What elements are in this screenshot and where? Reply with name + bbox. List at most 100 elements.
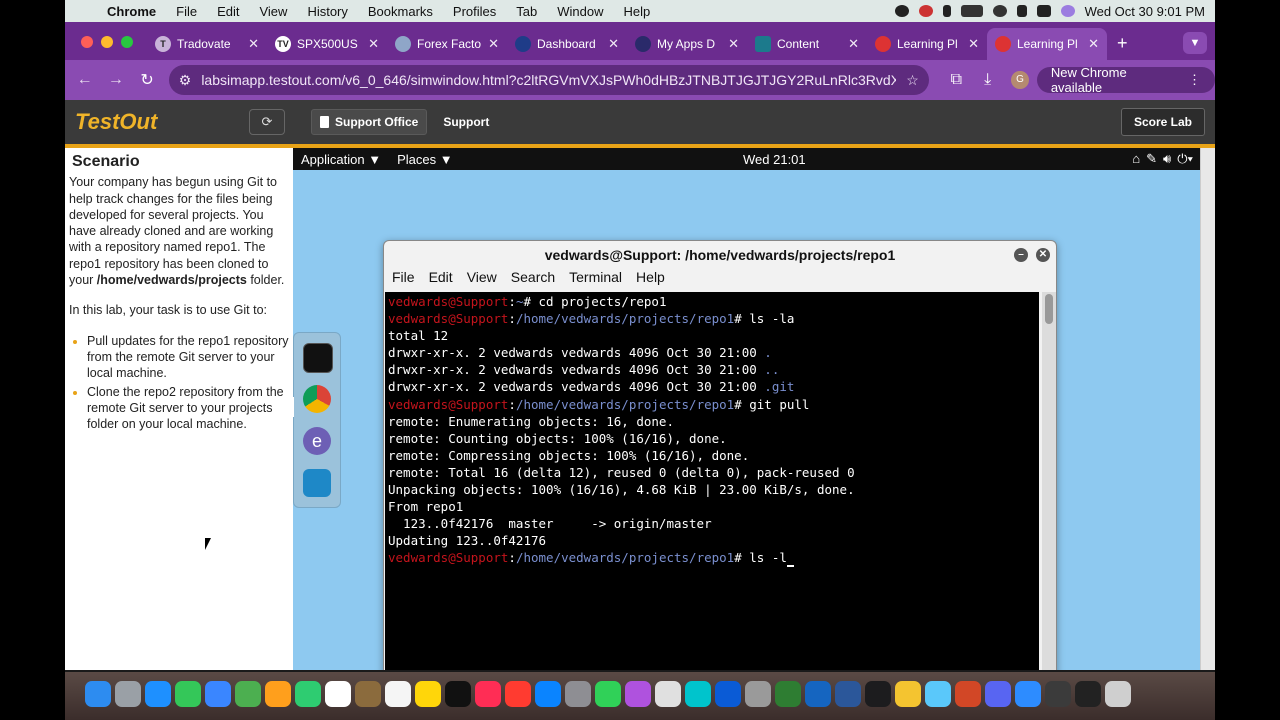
terminal-menu-view[interactable]: View: [467, 269, 505, 291]
profile-avatar[interactable]: G: [1011, 71, 1029, 89]
news-icon[interactable]: [505, 681, 531, 707]
zoom-icon[interactable]: [1015, 681, 1041, 707]
terminal-menu-search[interactable]: Search: [511, 269, 563, 291]
scrollbar-thumb[interactable]: [1045, 294, 1053, 324]
control-center-icon[interactable]: [1036, 5, 1051, 17]
terminal-menu-file[interactable]: File: [392, 269, 423, 291]
vpn-icon[interactable]: [805, 681, 831, 707]
new-chrome-available-button[interactable]: New Chrome available ⋮: [1036, 65, 1215, 95]
notes-icon[interactable]: [415, 681, 441, 707]
extensions-icon[interactable]: ⧉: [941, 71, 972, 89]
close-tab-icon[interactable]: ✕: [848, 36, 859, 52]
app-badge-icon[interactable]: [918, 5, 933, 17]
network-icon[interactable]: ⌂: [1132, 151, 1140, 167]
appletv-icon[interactable]: [445, 681, 471, 707]
downloads-icon[interactable]: ⤓: [972, 71, 1003, 89]
reminders-icon[interactable]: [385, 681, 411, 707]
siri-icon[interactable]: [1060, 5, 1075, 17]
terminal-menu-help[interactable]: Help: [636, 269, 673, 291]
notes-brown-icon[interactable]: [355, 681, 381, 707]
forward-arrow-icon[interactable]: →: [100, 71, 131, 89]
python-icon[interactable]: [895, 681, 921, 707]
safari-icon[interactable]: [145, 681, 171, 707]
photos-icon[interactable]: [265, 681, 291, 707]
mail-icon[interactable]: [205, 681, 231, 707]
vm-clock[interactable]: Wed 21:01: [743, 152, 806, 167]
messages-icon[interactable]: [175, 681, 201, 707]
tab-forex-factory[interactable]: Forex Facto ✕: [387, 28, 507, 60]
menu-history[interactable]: History: [297, 4, 357, 19]
tab-dashboard[interactable]: Dashboard ✕: [507, 28, 627, 60]
terminal-menu-terminal[interactable]: Terminal: [569, 269, 630, 291]
chrome-launcher-icon[interactable]: [303, 385, 331, 413]
volume-icon[interactable]: 🔊︎: [1163, 151, 1171, 167]
maps-icon[interactable]: [235, 681, 261, 707]
tab-learning-plan-1[interactable]: Learning Pl ✕: [867, 28, 987, 60]
menu-profiles[interactable]: Profiles: [443, 4, 506, 19]
minimize-icon[interactable]: –: [1014, 248, 1028, 262]
terminal-icon[interactable]: [865, 681, 891, 707]
camera-icon[interactable]: [1045, 681, 1071, 707]
close-window-button[interactable]: [81, 36, 93, 48]
wifi-icon[interactable]: [992, 5, 1007, 17]
dock-more-icon[interactable]: ⋮: [293, 397, 296, 417]
bookmark-star-icon[interactable]: ☆: [906, 72, 919, 89]
refresh-lab-button[interactable]: ⟳: [249, 109, 285, 135]
tab-content[interactable]: Content ✕: [747, 28, 867, 60]
trash-icon[interactable]: [1105, 681, 1131, 707]
menu-file[interactable]: File: [166, 4, 207, 19]
bluetooth-icon[interactable]: [942, 5, 951, 17]
terminal-launcher-icon[interactable]: [303, 343, 333, 373]
terminal-console[interactable]: vedwards@Support:~# cd projects/repo1 ved…: [385, 292, 1039, 670]
system-monitor-icon[interactable]: [303, 469, 331, 497]
terminal-menu-edit[interactable]: Edit: [429, 269, 461, 291]
close-tab-icon[interactable]: ✕: [248, 36, 259, 52]
vm-desktop[interactable]: Application ▼ Places ▼ Wed 21:01 ⌂ ✎ 🔊︎ …: [293, 148, 1215, 670]
menu-app-name[interactable]: Chrome: [97, 4, 166, 19]
stop-record-icon[interactable]: [894, 5, 909, 17]
close-tab-icon[interactable]: ✕: [728, 36, 739, 52]
search-icon[interactable]: [1016, 5, 1027, 17]
close-tab-icon[interactable]: ✕: [1088, 36, 1099, 52]
score-lab-button[interactable]: Score Lab: [1120, 108, 1205, 136]
discord-icon[interactable]: [985, 681, 1011, 707]
tab-learning-plan-2-active[interactable]: Learning Pl ✕: [987, 28, 1107, 60]
site-info-icon[interactable]: ⚙: [179, 72, 192, 89]
menubar-clock[interactable]: Wed Oct 30 9:01 PM: [1085, 4, 1205, 19]
screen-icon[interactable]: [1075, 681, 1101, 707]
canva-icon[interactable]: [685, 681, 711, 707]
places-menu[interactable]: Places ▼: [389, 152, 461, 167]
tab-my-apps[interactable]: My Apps D ✕: [627, 28, 747, 60]
menu-help[interactable]: Help: [614, 4, 661, 19]
url-text[interactable]: labsimapp.testout.com/v6_0_646/simwindow…: [201, 72, 896, 88]
tab-spx500[interactable]: TV SPX500US ✕: [267, 28, 387, 60]
new-tab-button[interactable]: +: [1107, 33, 1138, 60]
terminal-scrollbar[interactable]: [1042, 292, 1056, 670]
menu-view[interactable]: View: [249, 4, 297, 19]
settings-icon[interactable]: [565, 681, 591, 707]
terminal-window[interactable]: vedwards@Support: /home/vedwards/project…: [383, 240, 1057, 670]
menu-window[interactable]: Window: [547, 4, 613, 19]
menu-edit[interactable]: Edit: [207, 4, 249, 19]
powerpoint-icon[interactable]: [955, 681, 981, 707]
tab-search-dropdown-icon[interactable]: ▼: [1183, 32, 1207, 54]
applications-menu[interactable]: Application ▼: [293, 152, 389, 167]
crumb-support[interactable]: Support: [443, 115, 489, 129]
close-tab-icon[interactable]: ✕: [968, 36, 979, 52]
close-icon[interactable]: ✕: [1036, 248, 1050, 262]
more-vertical-icon[interactable]: ⋮: [1188, 72, 1201, 88]
podcasts-icon[interactable]: [625, 681, 651, 707]
facetime-green-icon[interactable]: [595, 681, 621, 707]
close-tab-icon[interactable]: ✕: [368, 36, 379, 52]
terminal-titlebar[interactable]: vedwards@Support: /home/vedwards/project…: [384, 241, 1056, 269]
menu-bookmarks[interactable]: Bookmarks: [358, 4, 443, 19]
preview-icon[interactable]: [925, 681, 951, 707]
facetime-icon[interactable]: [295, 681, 321, 707]
close-tab-icon[interactable]: ✕: [488, 36, 499, 52]
back-arrow-icon[interactable]: ←: [69, 71, 100, 89]
address-bar[interactable]: ⚙ labsimapp.testout.com/v6_0_646/simwind…: [168, 65, 929, 95]
minimize-window-button[interactable]: [101, 36, 113, 48]
word-icon[interactable]: [835, 681, 861, 707]
launchpad-icon[interactable]: [115, 681, 141, 707]
menu-tab[interactable]: Tab: [506, 4, 547, 19]
